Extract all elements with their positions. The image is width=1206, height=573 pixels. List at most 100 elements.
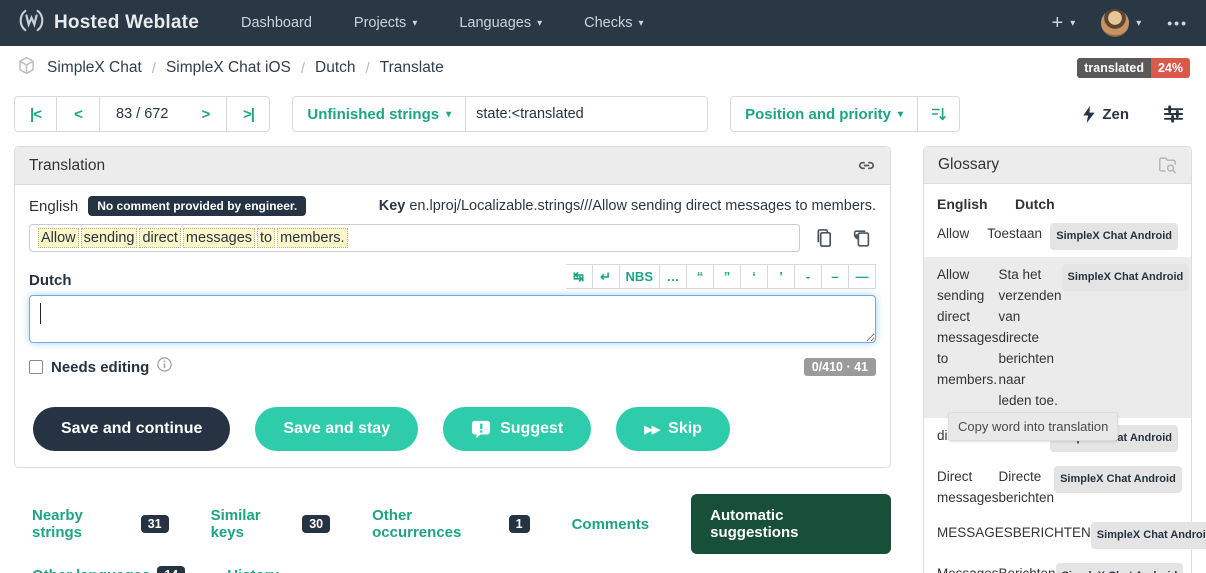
- glossary-term[interactable]: direct: [139, 228, 180, 248]
- glossary-source-badge[interactable]: SimpleX Chat Android: [1091, 522, 1206, 549]
- insert-open-single-quote-button[interactable]: ‘: [741, 264, 768, 289]
- navbar-right: + ▾ ▾ •••: [1052, 9, 1188, 37]
- insert-open-quote-button[interactable]: “: [687, 264, 714, 289]
- glossary-row[interactable]: MESSAGES BERICHTEN SimpleX Chat Android: [924, 515, 1191, 556]
- nav-item-checks[interactable]: Checks▾: [584, 15, 643, 31]
- tab-automatic-suggestions[interactable]: Automatic suggestions: [691, 494, 891, 554]
- tab-history[interactable]: History: [227, 567, 279, 573]
- breadcrumb-component[interactable]: SimpleX Chat iOS: [166, 59, 291, 77]
- copy-source-button[interactable]: [810, 224, 838, 252]
- nav-item-projects[interactable]: Projects▾: [354, 15, 417, 31]
- tab-other-languages[interactable]: Other languages14: [32, 566, 185, 573]
- brand[interactable]: Hosted Weblate: [18, 7, 199, 39]
- glossary-term[interactable]: members.: [277, 228, 347, 248]
- insert-em-dash-button[interactable]: —: [849, 264, 876, 289]
- chevron-down-icon: ▾: [537, 18, 542, 29]
- length-counter-badge: 0/410 · 41: [804, 358, 876, 376]
- right-column: Glossary English Dutch Allow Toestaan: [923, 146, 1192, 573]
- insert-close-single-quote-button[interactable]: ’: [768, 264, 795, 289]
- prev-page-button[interactable]: <: [57, 96, 100, 132]
- source-language-row: English No comment provided by engineer.…: [29, 196, 876, 216]
- suggest-button[interactable]: Suggest: [443, 407, 591, 451]
- chevron-down-icon: ▾: [898, 109, 903, 120]
- glossary-row[interactable]: Messages Berichten SimpleX Chat Android: [924, 556, 1191, 573]
- insert-en-dash-button[interactable]: –: [822, 264, 849, 289]
- translation-panel-body: English No comment provided by engineer.…: [15, 185, 890, 467]
- nav-item-dashboard[interactable]: Dashboard: [241, 15, 312, 31]
- sort-group: Position and priority ▾: [730, 96, 960, 132]
- main-content: Translation English No comment provided …: [0, 132, 1206, 573]
- insert-newline-button[interactable]: ↵: [593, 264, 620, 289]
- settings-sliders-icon[interactable]: [1163, 104, 1184, 124]
- search-group: Unfinished strings ▾: [292, 96, 708, 132]
- left-column: Translation English No comment provided …: [14, 146, 891, 573]
- sort-descending-icon: [930, 105, 948, 123]
- translation-panel-header: Translation: [15, 147, 890, 185]
- nav-menu: Dashboard Projects▾ Languages▾ Checks▾: [241, 15, 644, 31]
- glossary-source-badge[interactable]: SimpleX Chat Android: [1062, 264, 1190, 291]
- glossary-table: English Dutch Allow Toestaan SimpleX Cha…: [924, 184, 1191, 573]
- tab-similar-keys[interactable]: Similar keys30: [211, 507, 331, 541]
- permalink-icon[interactable]: [857, 156, 876, 175]
- copy-save-icon: [852, 228, 872, 249]
- glossary-row[interactable]: direct directe SimpleX Chat Android Copy…: [924, 418, 1191, 459]
- page-position: 83 / 672: [100, 96, 184, 132]
- copy-word-tooltip: Copy word into translation: [948, 412, 1118, 441]
- glossary-term[interactable]: Allow: [38, 228, 79, 248]
- glossary-term[interactable]: to: [257, 228, 275, 248]
- sort-dropdown-button[interactable]: Position and priority ▾: [730, 96, 918, 132]
- tab-other-occurrences[interactable]: Other occurrences1: [372, 507, 529, 541]
- more-menu-button[interactable]: •••: [1167, 15, 1188, 31]
- target-language-row: Dutch ↹ ↵ NBS … “ ” ‘ ’ - – —: [29, 264, 876, 289]
- count-badge: 14: [157, 566, 185, 573]
- chevron-down-icon: ▾: [412, 18, 417, 29]
- browse-glossary-icon[interactable]: [1158, 156, 1177, 174]
- glossary-col-dutch: Dutch: [1015, 196, 1113, 212]
- glossary-source-badge[interactable]: SimpleX Chat Android: [1056, 563, 1184, 573]
- count-badge: 31: [141, 515, 169, 533]
- glossary-term[interactable]: messages: [183, 228, 255, 248]
- glossary-row[interactable]: Direct messages Directe berichten Simple…: [924, 459, 1191, 515]
- glossary-source-badge[interactable]: SimpleX Chat Android: [1050, 223, 1178, 250]
- target-language-label: Dutch: [29, 272, 72, 289]
- first-page-button[interactable]: |<: [14, 96, 57, 132]
- tab-nearby-strings[interactable]: Nearby strings31: [32, 507, 169, 541]
- user-menu-button[interactable]: ▾: [1101, 9, 1141, 37]
- count-badge: 30: [302, 515, 330, 533]
- glossary-source-badge[interactable]: SimpleX Chat Android: [1054, 466, 1182, 493]
- insert-close-quote-button[interactable]: ”: [714, 264, 741, 289]
- filter-dropdown-button[interactable]: Unfinished strings ▾: [292, 96, 466, 132]
- sort-direction-button[interactable]: [918, 96, 960, 132]
- zen-mode-button[interactable]: Zen: [1082, 106, 1129, 123]
- next-page-button[interactable]: >: [184, 96, 227, 132]
- glossary-header: Glossary: [924, 147, 1191, 184]
- glossary-term[interactable]: sending: [81, 228, 138, 248]
- special-chars-toolbar: ↹ ↵ NBS … “ ” ‘ ’ - – —: [566, 264, 876, 289]
- info-icon[interactable]: [157, 357, 172, 377]
- breadcrumb-page[interactable]: Translate: [380, 59, 444, 77]
- chevron-down-icon: ▾: [1070, 18, 1075, 29]
- package-icon: [16, 55, 37, 81]
- breadcrumb-language[interactable]: Dutch: [315, 59, 356, 77]
- insert-nbsp-button[interactable]: NBS: [620, 264, 660, 289]
- last-page-button[interactable]: >|: [227, 96, 270, 132]
- insert-tab-button[interactable]: ↹: [566, 264, 593, 289]
- save-and-continue-button[interactable]: Save and continue: [33, 407, 230, 451]
- glossary-row[interactable]: Allow Toestaan SimpleX Chat Android: [924, 216, 1191, 257]
- suggestion-bubble-icon: [471, 420, 491, 439]
- translation-textarea[interactable]: [29, 295, 876, 343]
- insert-hyphen-button[interactable]: -: [795, 264, 822, 289]
- copy-and-save-button[interactable]: [848, 224, 876, 252]
- nav-item-languages[interactable]: Languages▾: [459, 15, 542, 31]
- insert-ellipsis-button[interactable]: …: [660, 264, 687, 289]
- breadcrumb-project[interactable]: SimpleX Chat: [47, 59, 142, 77]
- translated-label: translated: [1077, 58, 1151, 78]
- add-menu-button[interactable]: + ▾: [1052, 12, 1076, 35]
- search-input[interactable]: [466, 96, 708, 132]
- glossary-row-highlighted[interactable]: Allow sending direct messages to members…: [924, 257, 1191, 418]
- needs-editing-checkbox[interactable]: [29, 360, 43, 374]
- skip-button[interactable]: ▶▶ Skip: [616, 407, 730, 451]
- tab-comments[interactable]: Comments: [572, 516, 650, 533]
- save-and-stay-button[interactable]: Save and stay: [255, 407, 418, 451]
- top-navbar: Hosted Weblate Dashboard Projects▾ Langu…: [0, 0, 1206, 46]
